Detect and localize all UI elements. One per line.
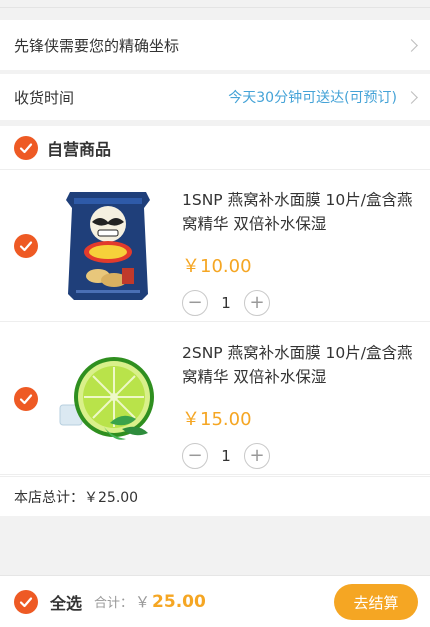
delivery-time-value: 今天30分钟可送达(可预订) <box>228 90 397 106</box>
quantity-value[interactable]: 1 <box>208 447 244 465</box>
delivery-time-label: 收货时间 <box>14 88 75 107</box>
store-total: 本店总计：￥25.00 <box>0 476 430 516</box>
store-title: 自营商品 <box>47 139 112 159</box>
quantity-value[interactable]: 1 <box>208 294 244 312</box>
decrease-button[interactable]: − <box>182 290 208 316</box>
item-info: 2SNP 燕窝补水面膜 10片/盒含燕窝精华 双倍补水保湿 ￥15.00 − 1… <box>182 341 418 469</box>
total-currency: ￥ <box>135 593 151 611</box>
item-checkbox[interactable] <box>14 234 38 258</box>
item-title[interactable]: 2SNP 燕窝补水面膜 10片/盒含燕窝精华 双倍补水保湿 <box>182 341 418 389</box>
increase-button[interactable]: + <box>244 443 270 469</box>
total-label: 合计： <box>94 596 134 611</box>
store-section: 自营商品 1SNP 燕窝补水面膜 10片/盒含燕窝精华 双倍补水保湿 ￥10.0… <box>0 126 430 516</box>
checkout-bar: 全选 合计： ￥ 25.00 去结算 <box>0 575 430 627</box>
checkmark-icon <box>19 142 33 153</box>
product-image-chips-bag[interactable] <box>52 184 164 306</box>
store-header: 自营商品 <box>0 126 430 170</box>
cart-item: 2SNP 燕窝补水面膜 10片/盒含燕窝精华 双倍补水保湿 ￥15.00 − 1… <box>0 323 430 475</box>
decrease-button[interactable]: − <box>182 443 208 469</box>
checkout-button[interactable]: 去结算 <box>334 584 418 620</box>
checkmark-icon <box>19 394 33 405</box>
checkmark-icon <box>19 596 33 607</box>
address-row[interactable]: 先锋侠需要您的精确坐标 <box>0 20 430 70</box>
increase-button[interactable]: + <box>244 290 270 316</box>
select-all-checkbox[interactable] <box>14 589 38 614</box>
chevron-right-icon <box>405 90 418 104</box>
address-label: 先锋侠需要您的精确坐标 <box>14 36 180 55</box>
top-strip <box>0 0 430 8</box>
product-image-lime-slice[interactable] <box>52 337 164 459</box>
quantity-stepper: − 1 + <box>182 443 418 469</box>
chevron-right-icon <box>405 38 418 52</box>
delivery-time-row[interactable]: 收货时间 今天30分钟可送达(可预订) <box>0 74 430 120</box>
cart-item: 1SNP 燕窝补水面膜 10片/盒含燕窝精华 双倍补水保湿 ￥10.00 − 1… <box>0 170 430 322</box>
quantity-stepper: − 1 + <box>182 290 418 316</box>
total-value: 25.00 <box>152 591 206 612</box>
store-checkbox[interactable] <box>14 135 38 160</box>
checkmark-icon <box>19 241 33 252</box>
item-price: ￥15.00 <box>182 409 252 430</box>
item-checkbox[interactable] <box>14 387 38 411</box>
item-info: 1SNP 燕窝补水面膜 10片/盒含燕窝精华 双倍补水保湿 ￥10.00 − 1… <box>182 188 418 316</box>
item-title[interactable]: 1SNP 燕窝补水面膜 10片/盒含燕窝精华 双倍补水保湿 <box>182 188 418 236</box>
select-all-label[interactable]: 全选 <box>50 590 82 614</box>
item-price: ￥10.00 <box>182 256 252 277</box>
